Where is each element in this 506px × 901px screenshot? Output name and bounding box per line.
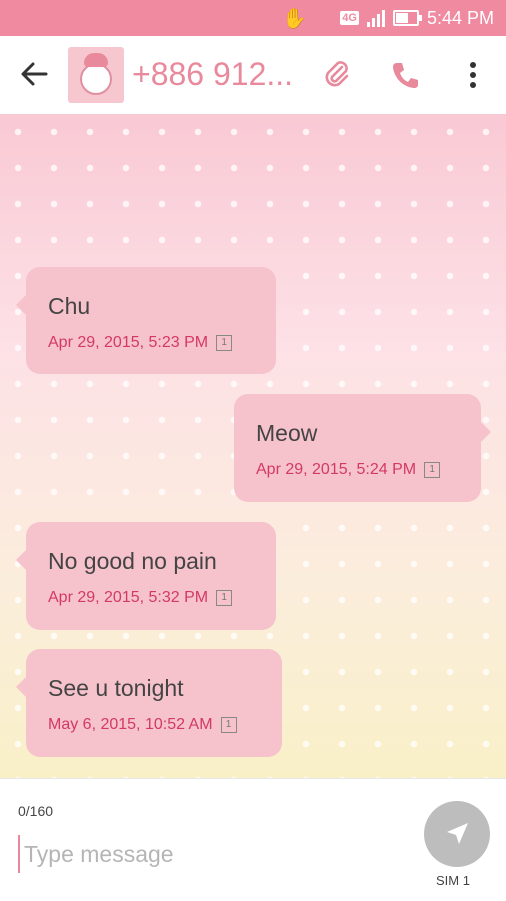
status-bar: ✋ 4G 5:44 PM — [0, 0, 506, 36]
battery-icon — [392, 10, 422, 26]
message-input[interactable] — [18, 835, 406, 873]
sim-badge-icon: 1 — [220, 717, 237, 733]
message-text: Chu — [48, 293, 91, 319]
avatar-face — [80, 63, 112, 95]
composer: 0/160 SIM 1 — [0, 778, 506, 901]
sim-badge-icon: 1 — [216, 590, 233, 606]
message-meta: Apr 29, 2015, 5:24 PM 1 — [256, 461, 459, 479]
paperclip-icon[interactable] — [320, 58, 354, 92]
message-text: No good no pain — [48, 548, 217, 574]
message-bubble-incoming[interactable]: Chu Apr 29, 2015, 5:23 PM 1 — [16, 267, 276, 374]
character-counter: 0/160 — [18, 803, 54, 819]
phone-icon[interactable] — [388, 58, 422, 92]
send-arrow-icon — [447, 823, 468, 844]
sim-badge-icon: 1 — [216, 335, 233, 351]
message-bubble-outgoing[interactable]: Meow Apr 29, 2015, 5:24 PM 1 — [234, 394, 491, 502]
contact-name[interactable]: +886 912... — [132, 56, 297, 93]
message-meta: May 6, 2015, 10:52 AM 1 — [48, 716, 260, 734]
sim-badge-icon: 1 — [424, 462, 441, 478]
network-type-badge: 4G — [340, 11, 359, 25]
message-meta: Apr 29, 2015, 5:23 PM 1 — [48, 334, 254, 352]
message-text: Meow — [256, 420, 318, 446]
message-text: See u tonight — [48, 675, 184, 701]
battery-fill — [395, 13, 409, 23]
message-list[interactable]: Chu Apr 29, 2015, 5:23 PM 1 Meow Apr 29,… — [0, 114, 506, 778]
message-timestamp: Apr 29, 2015, 5:32 PM — [48, 589, 209, 606]
avatar-bow — [84, 53, 108, 67]
status-time: 5:44 PM — [426, 7, 494, 28]
message-meta: Apr 29, 2015, 5:32 PM 1 — [48, 589, 254, 607]
gesture-hand-icon: ✋ — [282, 8, 307, 30]
message-bubble-incoming[interactable]: See u tonight May 6, 2015, 10:52 AM 1 — [16, 649, 282, 757]
conversation-toolbar: +886 912... — [0, 36, 506, 115]
arrow-left-icon[interactable] — [18, 58, 50, 90]
message-timestamp: May 6, 2015, 10:52 AM — [48, 716, 213, 733]
signal-icon — [366, 9, 385, 27]
send-button[interactable] — [424, 801, 490, 867]
message-timestamp: Apr 29, 2015, 5:23 PM — [48, 334, 209, 351]
message-timestamp: Apr 29, 2015, 5:24 PM — [256, 461, 417, 478]
contact-avatar[interactable] — [68, 47, 124, 103]
more-vert-icon[interactable] — [456, 58, 490, 92]
message-bubble-incoming[interactable]: No good no pain Apr 29, 2015, 5:32 PM 1 — [16, 522, 276, 630]
send-sim-label: SIM 1 — [436, 873, 470, 888]
